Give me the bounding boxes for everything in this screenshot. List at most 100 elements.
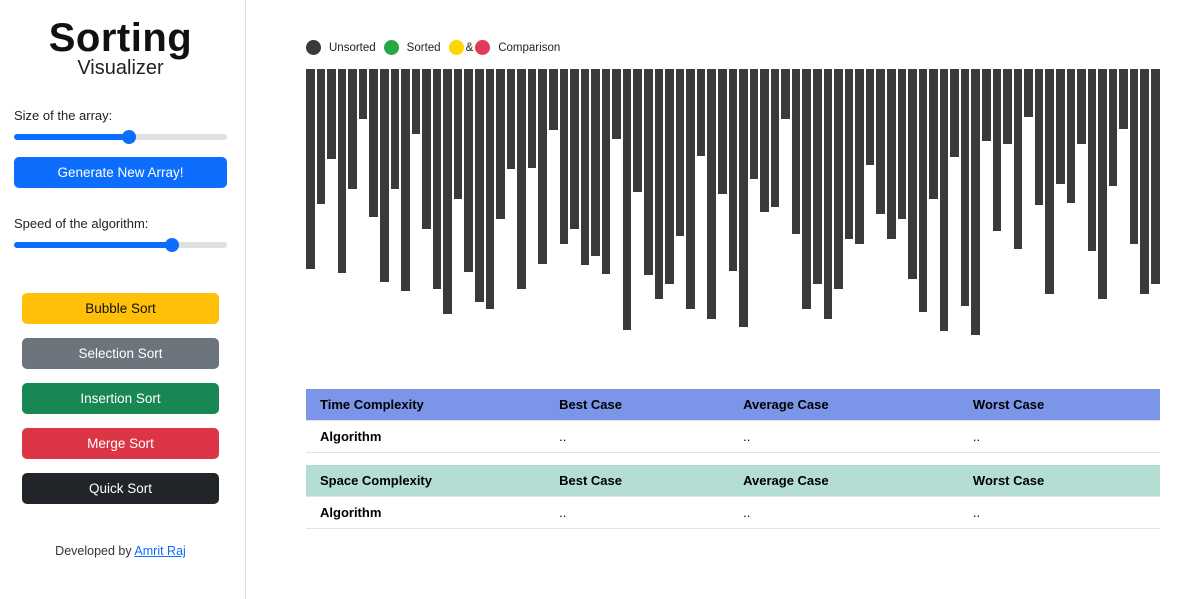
title-line1: Sorting	[14, 16, 227, 61]
bar	[1024, 69, 1033, 117]
bar	[739, 69, 748, 327]
bar	[633, 69, 642, 192]
bar	[1119, 69, 1128, 129]
speed-slider[interactable]	[14, 235, 227, 255]
bar	[412, 69, 421, 134]
bar	[982, 69, 991, 141]
bar	[517, 69, 526, 289]
bar	[443, 69, 452, 314]
table-row: Algorithm .. .. ..	[306, 497, 1160, 529]
selection-sort-button[interactable]: Selection Sort	[22, 338, 219, 369]
bubble-sort-button[interactable]: Bubble Sort	[22, 293, 219, 324]
bar	[781, 69, 790, 119]
time-h0: Time Complexity	[306, 389, 545, 421]
bar	[464, 69, 473, 272]
size-slider[interactable]	[14, 127, 227, 147]
bar	[317, 69, 326, 204]
insertion-sort-button[interactable]: Insertion Sort	[22, 383, 219, 414]
space-r3: ..	[959, 497, 1160, 529]
legend-comparison: Comparison	[498, 42, 560, 54]
bar	[1014, 69, 1023, 249]
time-r0: Algorithm	[306, 421, 545, 453]
sorted-dot-icon	[384, 40, 399, 55]
bar	[1077, 69, 1086, 144]
bar	[359, 69, 368, 119]
bar	[834, 69, 843, 289]
bar	[824, 69, 833, 319]
bar	[327, 69, 336, 159]
speed-slider-fill	[14, 242, 172, 248]
quick-sort-button[interactable]: Quick Sort	[22, 473, 219, 504]
bar	[697, 69, 706, 156]
bar	[802, 69, 811, 309]
bar	[971, 69, 980, 335]
bar	[433, 69, 442, 289]
time-complexity-table: Time Complexity Best Case Average Case W…	[306, 389, 1160, 453]
bar	[845, 69, 854, 239]
bar	[950, 69, 959, 157]
bar	[1056, 69, 1065, 184]
bar	[1067, 69, 1076, 203]
time-r3: ..	[959, 421, 1160, 453]
bar	[760, 69, 769, 212]
size-label: Size of the array:	[14, 108, 227, 123]
credit-link[interactable]: Amrit Raj	[134, 544, 185, 558]
legend: Unsorted Sorted & Comparison	[306, 40, 1160, 55]
space-h3: Worst Case	[959, 465, 1160, 497]
bar	[348, 69, 357, 189]
speed-slider-thumb[interactable]	[165, 238, 179, 252]
bar	[1088, 69, 1097, 251]
bar	[380, 69, 389, 282]
sidebar: Sorting Visualizer Size of the array: Ge…	[0, 0, 246, 599]
bar	[898, 69, 907, 219]
bar	[422, 69, 431, 229]
time-h3: Worst Case	[959, 389, 1160, 421]
bar	[306, 69, 315, 269]
space-r2: ..	[729, 497, 959, 529]
bar	[855, 69, 864, 244]
bar	[560, 69, 569, 244]
legend-sorted: Sorted	[407, 42, 441, 54]
size-slider-fill	[14, 134, 129, 140]
unsorted-dot-icon	[306, 40, 321, 55]
speed-slider-track	[14, 242, 227, 248]
bar	[570, 69, 579, 229]
size-slider-track	[14, 134, 227, 140]
bar	[792, 69, 801, 234]
bar	[475, 69, 484, 302]
size-slider-thumb[interactable]	[122, 130, 136, 144]
bar	[707, 69, 716, 319]
bar	[1045, 69, 1054, 294]
bar-chart	[306, 69, 1160, 349]
bar	[401, 69, 410, 291]
bar	[528, 69, 537, 168]
bar	[486, 69, 495, 309]
bar	[454, 69, 463, 199]
bar	[1130, 69, 1139, 244]
bar	[993, 69, 1002, 231]
bar	[686, 69, 695, 309]
comparison-yellow-dot-icon	[449, 40, 464, 55]
bar	[676, 69, 685, 236]
bar	[919, 69, 928, 312]
bar	[750, 69, 759, 179]
main: Unsorted Sorted & Comparison Time Comple…	[246, 0, 1200, 599]
merge-sort-button[interactable]: Merge Sort	[22, 428, 219, 459]
bar	[1035, 69, 1044, 205]
bar	[771, 69, 780, 207]
bar	[581, 69, 590, 265]
bar	[908, 69, 917, 279]
bar	[876, 69, 885, 214]
space-h1: Best Case	[545, 465, 729, 497]
bar	[1098, 69, 1107, 299]
space-h2: Average Case	[729, 465, 959, 497]
bar	[1003, 69, 1012, 144]
bar	[655, 69, 664, 299]
complexity-tables: Time Complexity Best Case Average Case W…	[306, 389, 1160, 529]
bar	[729, 69, 738, 271]
time-r2: ..	[729, 421, 959, 453]
comparison-red-dot-icon	[475, 40, 490, 55]
app-title: Sorting Visualizer	[14, 16, 227, 80]
generate-button[interactable]: Generate New Array!	[14, 157, 227, 188]
bar	[507, 69, 516, 169]
